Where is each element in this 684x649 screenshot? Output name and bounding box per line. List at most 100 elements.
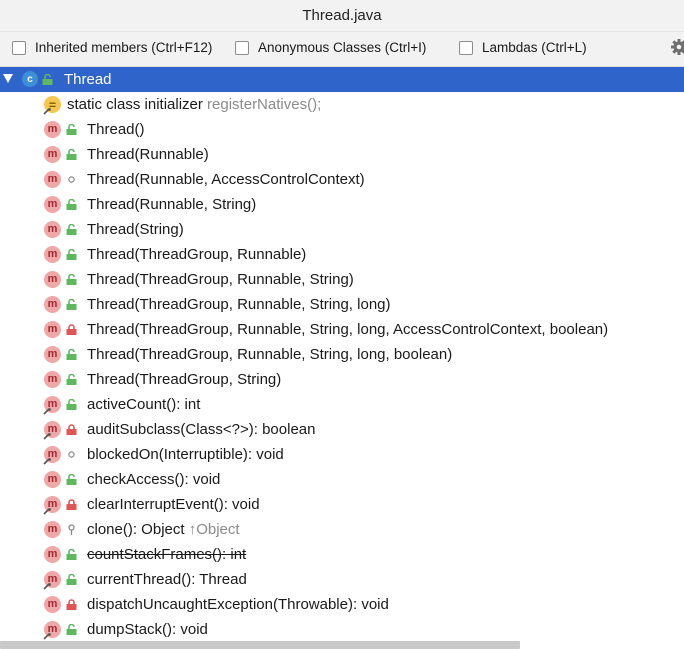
member-label: Thread(ThreadGroup, String) (87, 367, 281, 392)
tree-node-static-initializer[interactable]: = static class initializer registerNative… (0, 92, 684, 117)
member-signature: blockedOn(Interruptible): void (87, 446, 284, 463)
tree-node-method[interactable]: m clearInterruptEvent(): void (0, 492, 684, 517)
member-signature: countStackFrames(): int (87, 546, 247, 563)
public-access-icon (66, 249, 77, 260)
tree-node-method[interactable]: m clone(): Object ↑Object (0, 517, 684, 542)
lambdas-checkbox[interactable] (459, 40, 473, 55)
method-icon: m (44, 371, 61, 388)
tree-node-method[interactable]: m Thread(ThreadGroup, Runnable, String, l… (0, 317, 684, 342)
method-icon: m (44, 596, 61, 613)
tree-node-method[interactable]: m activeCount(): int (0, 392, 684, 417)
method-icon: m (44, 146, 61, 163)
tree-node-method[interactable]: m currentThread(): Thread (0, 567, 684, 592)
member-signature: clearInterruptEvent(): void (87, 496, 260, 513)
member-label: static class initializer registerNatives… (67, 92, 321, 117)
member-signature: dispatchUncaughtException(Throwable): vo… (87, 596, 389, 613)
tree-node-method[interactable]: m dispatchUncaughtException(Throwable): v… (0, 592, 684, 617)
member-label: checkAccess(): void (87, 467, 220, 492)
static-pin-icon (43, 408, 51, 415)
options-bar: Inherited members (Ctrl+F12) Anonymous C… (0, 32, 684, 67)
private-access-icon (66, 324, 77, 335)
method-icon: m (44, 296, 61, 313)
member-signature: checkAccess(): void (87, 471, 221, 488)
member-signature: auditSubclass(Class<?>): boolean (87, 421, 316, 438)
window-title: Thread.java (302, 7, 382, 24)
tree-node-method[interactable]: m checkAccess(): void (0, 467, 684, 492)
member-label: Thread(String) (87, 217, 184, 242)
member-signature: Thread(ThreadGroup, String) (87, 371, 282, 388)
method-icon: m (44, 221, 61, 238)
member-signature: static class initializer (67, 96, 203, 113)
anonymous-classes-option[interactable]: Anonymous Classes (Ctrl+I) (235, 40, 426, 55)
method-icon: m (44, 196, 61, 213)
tree-node-method[interactable]: m Thread() (0, 117, 684, 142)
member-signature: Thread() (87, 121, 145, 138)
member-label: dispatchUncaughtException(Throwable): vo… (87, 592, 389, 617)
tree-node-method[interactable]: m Thread(Runnable, AccessControlContext) (0, 167, 684, 192)
tree-node-method[interactable]: m Thread(Runnable, String) (0, 192, 684, 217)
tree-node-method[interactable]: m Thread(ThreadGroup, Runnable, String, l… (0, 292, 684, 317)
member-label: clone(): Object ↑Object (87, 517, 240, 542)
tree-node-method[interactable]: m Thread(String) (0, 217, 684, 242)
public-access-icon (66, 149, 77, 160)
member-label: Thread(ThreadGroup, Runnable, String, lo… (87, 317, 608, 342)
method-icon: m (44, 346, 61, 363)
tree-node-method[interactable]: m Thread(ThreadGroup, String) (0, 367, 684, 392)
static-pin-icon (43, 633, 51, 640)
member-label: activeCount(): int (87, 392, 200, 417)
private-access-icon (66, 424, 77, 435)
public-access-icon (66, 374, 77, 385)
inherited-members-option[interactable]: Inherited members (Ctrl+F12) (12, 40, 212, 55)
tree-node-method[interactable]: m countStackFrames(): int (0, 542, 684, 567)
package-access-icon (68, 451, 75, 458)
public-access-icon (66, 574, 77, 585)
static-pin-icon (43, 508, 51, 515)
static-pin-icon (43, 108, 51, 115)
member-label: blockedOn(Interruptible): void (87, 442, 284, 467)
member-label: Thread(ThreadGroup, Runnable, String, lo… (87, 342, 452, 367)
expand-arrow-icon[interactable] (3, 74, 13, 83)
member-signature: Thread(Runnable, AccessControlContext) (87, 171, 365, 188)
public-access-icon (66, 224, 77, 235)
method-icon: m (44, 171, 61, 188)
member-label: Thread(Runnable, AccessControlContext) (87, 167, 365, 192)
tree-node-method[interactable]: m Thread(ThreadGroup, Runnable, String) (0, 267, 684, 292)
tree-node-method[interactable]: m Thread(Runnable) (0, 142, 684, 167)
method-icon: m (44, 246, 61, 263)
member-label: Thread(ThreadGroup, Runnable) (87, 242, 306, 267)
method-icon: m (44, 521, 61, 538)
public-access-icon (66, 399, 77, 410)
method-icon: m (44, 121, 61, 138)
member-signature: Thread(String) (87, 221, 184, 238)
public-access-icon (66, 124, 77, 135)
tree-node-method[interactable]: m Thread(ThreadGroup, Runnable) (0, 242, 684, 267)
member-signature: Thread(Runnable, String) (87, 196, 257, 213)
window-title-bar: Thread.java (0, 0, 684, 32)
public-access-icon (66, 274, 77, 285)
public-access-icon (66, 349, 77, 360)
horizontal-scrollbar[interactable] (0, 641, 520, 649)
member-signature: Thread(Runnable) (87, 146, 209, 163)
member-label: clearInterruptEvent(): void (87, 492, 260, 517)
member-label: dumpStack(): void (87, 617, 208, 642)
package-access-icon (68, 176, 75, 183)
member-label: Thread(Runnable, String) (87, 192, 256, 217)
member-signature: clone(): Object (87, 521, 185, 538)
lambdas-option[interactable]: Lambdas (Ctrl+L) (459, 40, 587, 55)
tree-node-method[interactable]: m Thread(ThreadGroup, Runnable, String, l… (0, 342, 684, 367)
anonymous-classes-checkbox[interactable] (235, 40, 249, 55)
structure-tree: c Thread = static class initializer regis… (0, 67, 684, 649)
member-suffix: registerNatives(); (202, 96, 322, 113)
member-signature: Thread(ThreadGroup, Runnable) (87, 246, 307, 263)
member-label: countStackFrames(): int (87, 542, 246, 567)
tree-node-method[interactable]: m auditSubclass(Class<?>): boolean (0, 417, 684, 442)
member-label: currentThread(): Thread (87, 567, 247, 592)
method-icon: m (44, 546, 61, 563)
inherited-members-checkbox[interactable] (12, 40, 26, 55)
settings-gear-icon[interactable] (670, 38, 684, 56)
tree-node-thread-class[interactable]: c Thread (0, 67, 684, 92)
member-signature: Thread(ThreadGroup, Runnable, String, lo… (87, 296, 391, 313)
tree-node-method[interactable]: m blockedOn(Interruptible): void (0, 442, 684, 467)
method-icon: m (44, 471, 61, 488)
tree-node-method[interactable]: m dumpStack(): void (0, 617, 684, 642)
